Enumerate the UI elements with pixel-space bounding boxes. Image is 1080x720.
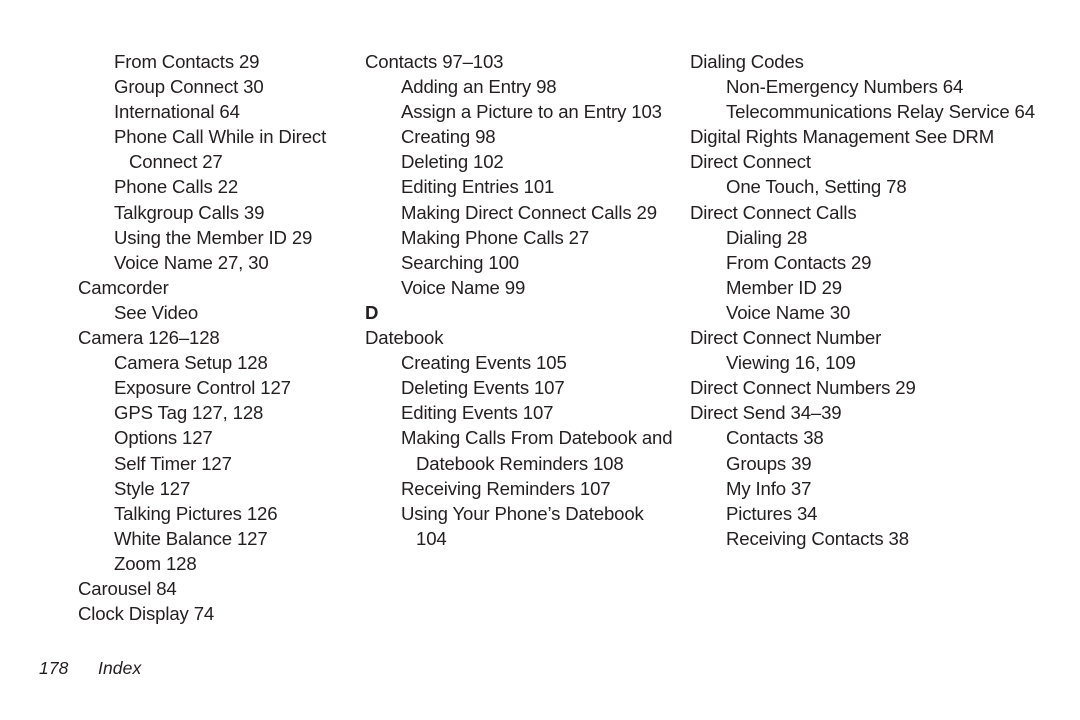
index-subentry: Zoom 128 xyxy=(114,552,197,574)
index-subentry: Viewing 16, 109 xyxy=(726,352,856,374)
index-entry: Direct Send 34–39 xyxy=(690,402,842,424)
index-subentry: From Contacts 29 xyxy=(114,51,260,72)
page-number: 178 xyxy=(39,658,69,678)
index-column-1: From Contacts 29 Group Connect 30 Internat… xyxy=(0,49,340,626)
index-entry: Camera 126–128 xyxy=(78,327,220,349)
index-subentry: Self Timer 127 xyxy=(114,452,232,474)
index-entry: Datebook xyxy=(365,327,444,349)
index-subentry: Voice Name 30 xyxy=(726,301,851,323)
index-subentry: Phone Calls 22 xyxy=(114,176,239,198)
index-subentry: Using the Member ID 29 xyxy=(114,226,313,248)
index-column-3: Dialing Codes Non-Emergency Numbers 64 Tel… xyxy=(678,49,1038,551)
index-subentry: Adding an Entry 98 xyxy=(401,76,557,98)
index-entry: Direct Connect Numbers 29 xyxy=(690,377,916,399)
index-subentry: Telecommunications Relay Service 64 xyxy=(726,101,1035,123)
index-entry: Dialing Codes xyxy=(690,51,804,72)
index-subentry: White Balance 127 xyxy=(114,527,268,549)
index-columns: From Contacts 29 Group Connect 30 Internat… xyxy=(0,49,1080,626)
index-subentry: See Video xyxy=(114,301,199,323)
index-subentry: Creating Events 105 xyxy=(401,352,567,374)
index-subentry: Making Calls From Datebook and Datebook … xyxy=(401,427,673,474)
index-subentry: Pictures 34 xyxy=(726,502,818,524)
index-entry: Direct Connect Calls xyxy=(690,201,857,223)
index-subentry: Assign a Picture to an Entry 103 xyxy=(401,101,662,123)
index-subentry: One Touch, Setting 78 xyxy=(726,176,907,198)
index-subentry: Making Direct Connect Calls 29 xyxy=(401,201,657,223)
index-subentry: Groups 39 xyxy=(726,452,812,474)
index-subentry: Editing Events 107 xyxy=(401,402,554,424)
index-subentry: Making Phone Calls 27 xyxy=(401,226,590,248)
index-subentry: Creating 98 xyxy=(401,126,496,148)
index-subentry: Deleting Events 107 xyxy=(401,377,565,399)
index-subentry: Group Connect 30 xyxy=(114,76,264,98)
index-column-2: Contacts 97–103 Adding an Entry 98 Assign … xyxy=(340,49,678,551)
index-subentry: Deleting 102 xyxy=(401,151,504,173)
index-letter-heading: D xyxy=(365,301,379,323)
index-subentry: Camera Setup 128 xyxy=(114,352,268,374)
page-footer: 178 Index xyxy=(39,658,141,679)
index-page: From Contacts 29 Group Connect 30 Internat… xyxy=(0,0,1080,720)
index-subentry: Non-Emergency Numbers 64 xyxy=(726,76,964,98)
index-subentry: From Contacts 29 xyxy=(726,251,872,273)
index-subentry: International 64 xyxy=(114,101,240,123)
index-subentry: Dialing 28 xyxy=(726,226,808,248)
index-subentry: Contacts 38 xyxy=(726,427,824,449)
index-subentry: Receiving Reminders 107 xyxy=(401,477,611,499)
index-entry: Camcorder xyxy=(78,276,169,298)
index-subentry: Voice Name 27, 30 xyxy=(114,251,269,273)
index-subentry: Talking Pictures 126 xyxy=(114,502,278,524)
footer-label: Index xyxy=(98,658,142,678)
index-subentry: Voice Name 99 xyxy=(401,276,526,298)
index-subentry: Editing Entries 101 xyxy=(401,176,555,198)
index-subentry: Exposure Control 127 xyxy=(114,377,291,399)
index-subentry: Receiving Contacts 38 xyxy=(726,527,909,549)
index-subentry: Using Your Phone’s Datebook 104 xyxy=(401,502,644,549)
index-subentry: Talkgroup Calls 39 xyxy=(114,201,265,223)
index-entry: Clock Display 74 xyxy=(78,603,215,625)
index-entry: Contacts 97–103 xyxy=(365,51,504,72)
index-subentry: Phone Call While in Direct Connect 27 xyxy=(114,126,327,173)
index-entry: Carousel 84 xyxy=(78,577,177,599)
index-entry: Direct Connect xyxy=(690,151,811,173)
index-subentry: Searching 100 xyxy=(401,251,519,273)
index-subentry: Options 127 xyxy=(114,427,213,449)
index-entry: Digital Rights Management See DRM xyxy=(690,126,995,148)
index-subentry: GPS Tag 127, 128 xyxy=(114,402,264,424)
index-entry: Direct Connect Number xyxy=(690,327,882,349)
index-subentry: Style 127 xyxy=(114,477,191,499)
index-subentry: My Info 37 xyxy=(726,477,812,499)
index-subentry: Member ID 29 xyxy=(726,276,842,298)
